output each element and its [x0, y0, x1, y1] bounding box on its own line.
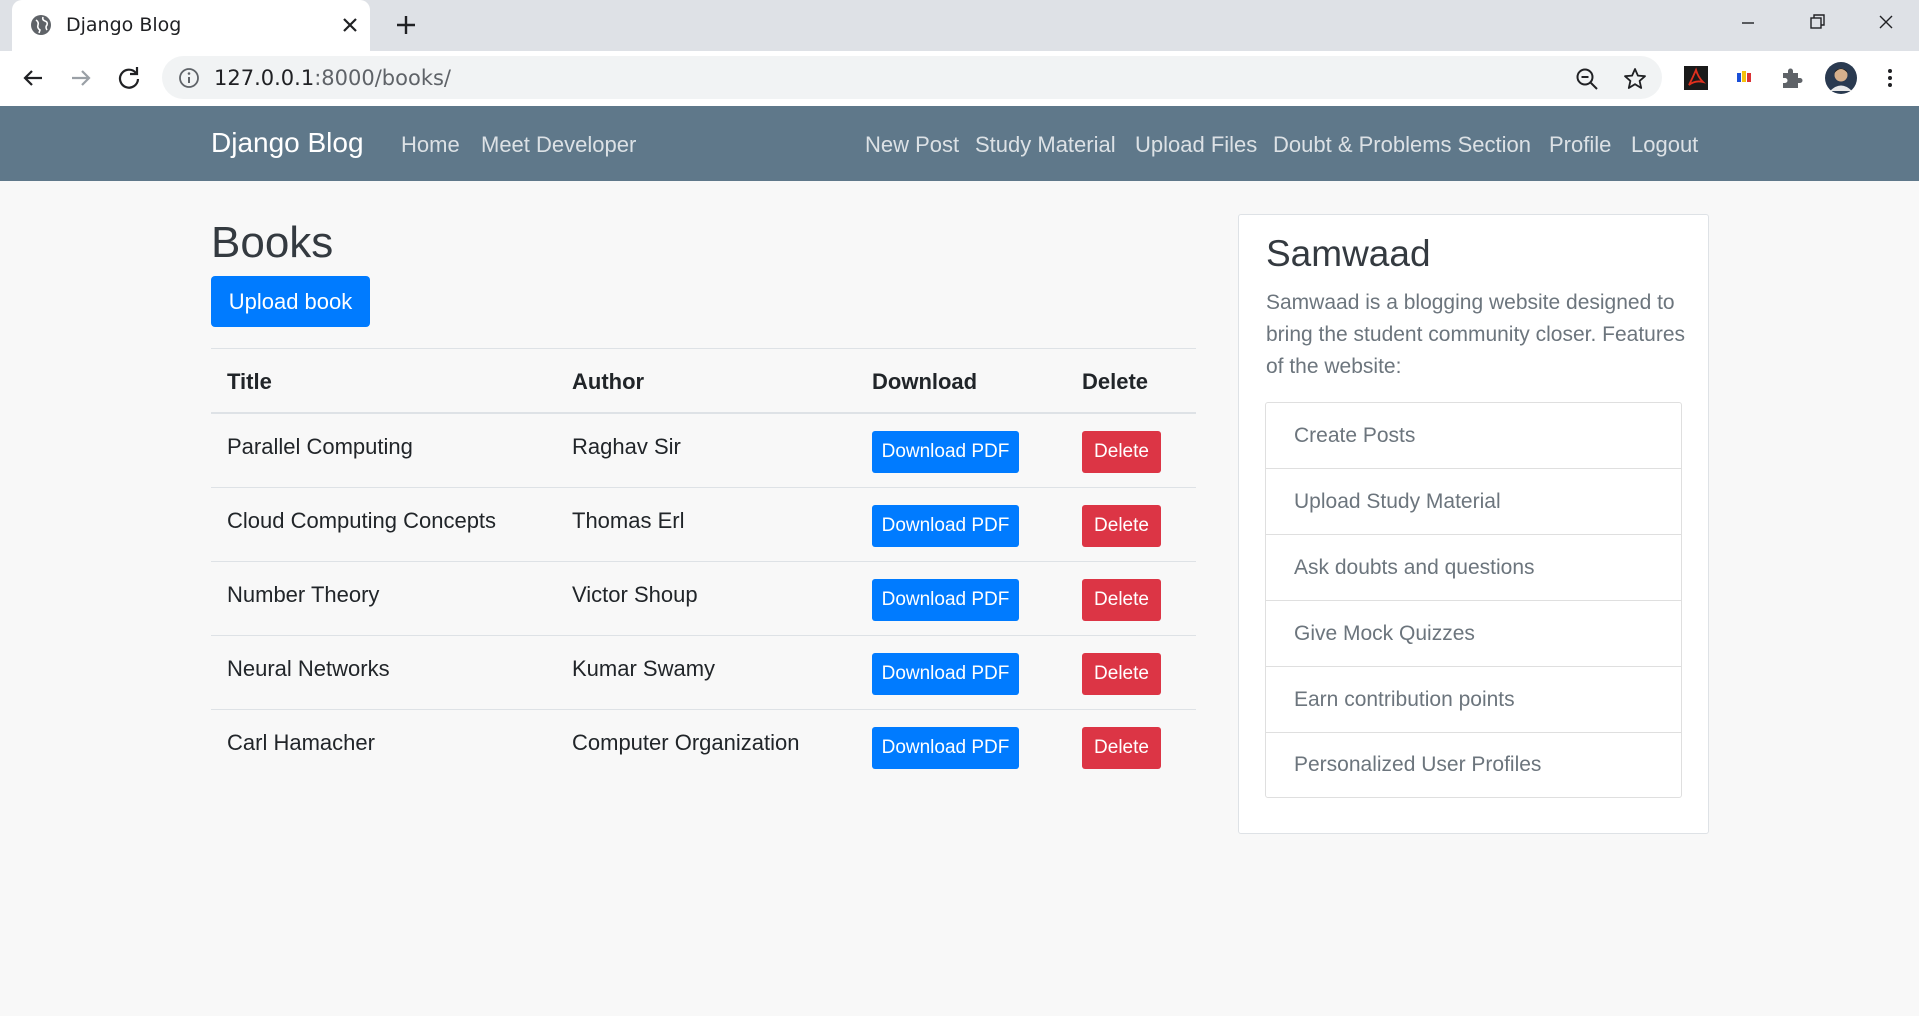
column-header-title: Title [227, 369, 272, 394]
tab-title: Django Blog [66, 14, 182, 36]
book-author: Kumar Swamy [572, 656, 716, 681]
delete-button[interactable]: Delete [1082, 653, 1161, 695]
column-header-author: Author [572, 369, 645, 394]
url-host: 127.0.0.1 [214, 66, 315, 90]
table-row: Cloud Computing Concepts Thomas Erl Down… [211, 488, 1196, 562]
book-title: Parallel Computing [227, 434, 413, 459]
forward-arrow-icon[interactable] [66, 63, 96, 93]
new-tab-icon[interactable] [392, 11, 420, 39]
address-bar[interactable]: 127.0.0.1:8000/books/ [162, 56, 1662, 99]
restore-icon[interactable] [1797, 8, 1837, 38]
site-navbar: Django Blog Home Meet Developer New Post… [0, 106, 1919, 181]
list-item: Personalized User Profiles [1294, 753, 1542, 776]
color-extension-icon[interactable] [1729, 63, 1759, 93]
page-title: Books [211, 218, 334, 267]
table-row: Parallel Computing Raghav Sir Download P… [211, 414, 1196, 488]
book-title: Carl Hamacher [227, 730, 375, 755]
pdf-extension-icon[interactable] [1681, 63, 1711, 93]
table-row: Number Theory Victor Shoup Download PDF … [211, 562, 1196, 636]
browser-tab[interactable]: Django Blog [12, 0, 370, 51]
book-author: Victor Shoup [572, 582, 698, 607]
download-pdf-button[interactable]: Download PDF [872, 727, 1019, 769]
browser-toolbar: 127.0.0.1:8000/books/ [0, 51, 1919, 106]
feature-list: Create Posts Upload Study Material Ask d… [1265, 402, 1682, 798]
sidebar-title: Samwaad [1266, 233, 1431, 274]
profile-avatar-icon[interactable] [1824, 61, 1858, 95]
bookmark-star-icon[interactable] [1622, 66, 1648, 92]
download-pdf-button[interactable]: Download PDF [872, 505, 1019, 547]
upload-book-button[interactable]: Upload book [211, 276, 370, 327]
nav-link-doubt-problems[interactable]: Doubt & Problems Section [1273, 132, 1531, 158]
download-pdf-button[interactable]: Download PDF [872, 579, 1019, 621]
book-title: Cloud Computing Concepts [227, 508, 497, 533]
zoom-out-icon[interactable] [1574, 66, 1600, 92]
column-header-delete: Delete [1082, 369, 1149, 394]
download-pdf-button[interactable]: Download PDF [872, 653, 1019, 695]
book-author: Thomas Erl [572, 508, 685, 533]
navbar-brand[interactable]: Django Blog [211, 127, 364, 159]
nav-link-new-post[interactable]: New Post [865, 132, 959, 158]
url-text[interactable]: 127.0.0.1:8000/books/ [214, 66, 451, 90]
list-item: Give Mock Quizzes [1266, 601, 1681, 667]
delete-button[interactable]: Delete [1082, 579, 1161, 621]
nav-link-upload-files[interactable]: Upload Files [1135, 132, 1257, 158]
reload-icon[interactable] [114, 63, 144, 93]
close-tab-icon[interactable] [338, 13, 362, 37]
table-row: Neural Networks Kumar Swamy Download PDF… [211, 636, 1196, 710]
book-author: Raghav Sir [572, 434, 681, 459]
nav-link-logout[interactable]: Logout [1631, 132, 1698, 158]
books-table: Title Author Download Delete Parallel Co… [211, 348, 1196, 784]
close-window-icon[interactable] [1866, 8, 1906, 38]
url-path: :8000/books/ [314, 66, 452, 90]
delete-button[interactable]: Delete [1082, 727, 1161, 769]
info-icon[interactable] [178, 67, 200, 89]
delete-button[interactable]: Delete [1082, 505, 1161, 547]
minimize-icon[interactable] [1728, 8, 1768, 38]
column-header-download: Download [872, 369, 978, 394]
list-item: Upload Study Material [1266, 469, 1681, 535]
sidebar-description: Samwaad is a blogging website designed t… [1266, 291, 1686, 378]
more-menu-icon[interactable] [1875, 63, 1905, 93]
nav-link-profile[interactable]: Profile [1549, 132, 1611, 158]
nav-link-study-material[interactable]: Study Material [975, 132, 1116, 158]
table-row: Carl Hamacher Computer Organization Down… [211, 710, 1196, 784]
download-pdf-button[interactable]: Download PDF [872, 431, 1019, 473]
book-title: Neural Networks [227, 656, 390, 681]
nav-link-home[interactable]: Home [401, 132, 460, 158]
book-title: Number Theory [227, 582, 380, 607]
globe-icon [31, 15, 51, 35]
list-item: Ask doubts and questions [1266, 535, 1681, 601]
nav-link-meet-developer[interactable]: Meet Developer [481, 132, 636, 158]
book-author: Computer Organization [572, 730, 800, 755]
sidebar-card: Samwaad Samwaad is a blogging website de… [1238, 214, 1709, 834]
delete-button[interactable]: Delete [1082, 431, 1161, 473]
list-item: Create Posts [1266, 403, 1681, 469]
back-arrow-icon[interactable] [18, 63, 48, 93]
table-header: Title Author Download Delete [211, 348, 1196, 414]
browser-tab-strip: Django Blog [0, 0, 1919, 51]
list-item: Earn contribution points [1266, 667, 1681, 733]
extensions-puzzle-icon[interactable] [1777, 63, 1807, 93]
